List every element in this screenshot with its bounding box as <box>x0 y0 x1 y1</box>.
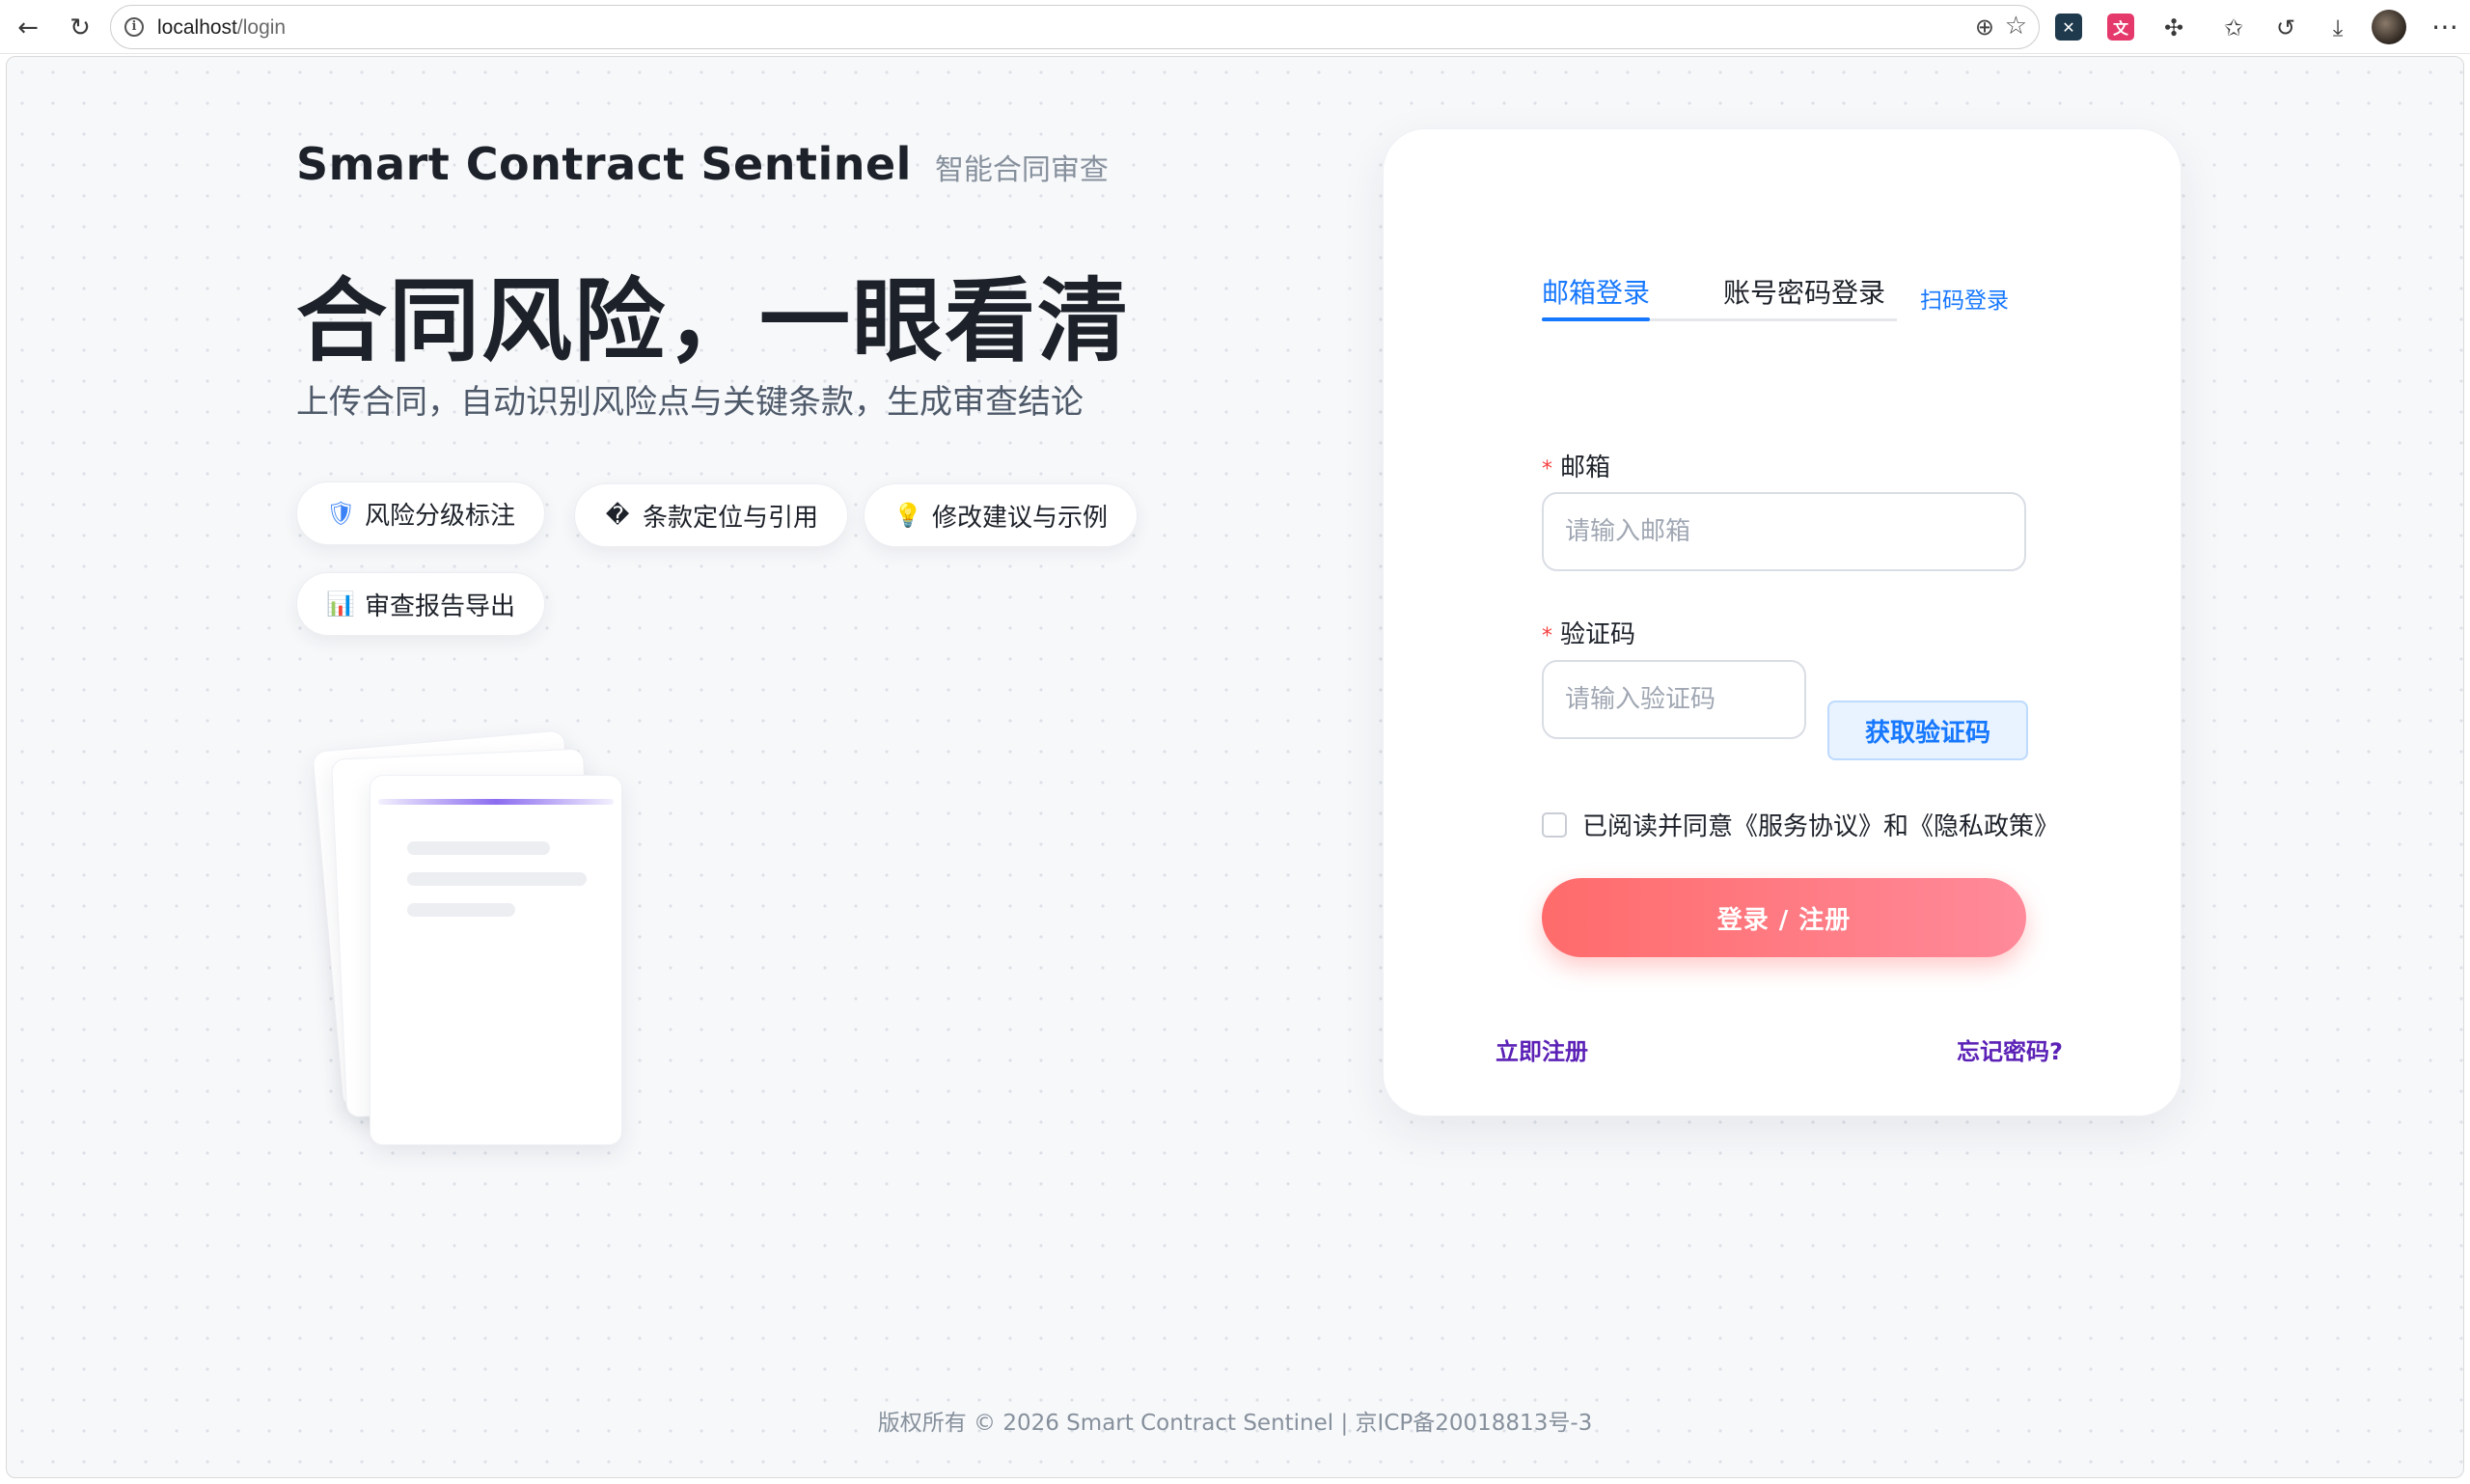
chip-label: 条款定位与引用 <box>643 503 819 533</box>
lightbulb-icon: 💡 <box>893 502 922 529</box>
register-link[interactable]: 立即注册 <box>1496 1032 1588 1066</box>
favorites-icon[interactable]: ✩ <box>2217 12 2250 44</box>
feature-chip: 🛡 风险分级标注 <box>296 481 546 545</box>
page-viewport: Smart Contract Sentinel 智能合同审查 合同风险，一眼看清… <box>6 56 2464 1478</box>
extension-x-icon[interactable]: ✕ <box>2055 14 2082 41</box>
extension-translate-icon[interactable]: 文 <box>2107 14 2134 41</box>
tab-qr-login[interactable]: 扫码登录 <box>1920 282 2009 320</box>
chip-label: 修改建议与示例 <box>932 503 1109 533</box>
tab-email-login[interactable]: 邮箱登录 <box>1542 274 1650 313</box>
feature-chip: � 条款定位与引用 <box>574 483 849 547</box>
feature-chip: 💡 修改建议与示例 <box>864 483 1139 547</box>
get-code-button[interactable]: 获取验证码 <box>1827 701 2028 760</box>
unknown-glyph-icon: � <box>605 502 630 529</box>
feature-chip: 📊 审查报告导出 <box>296 572 546 636</box>
profile-avatar[interactable] <box>2372 10 2406 44</box>
login-register-button[interactable]: 登录 / 注册 <box>1542 878 2026 957</box>
address-bar[interactable]: i localhost/login ⊕ ☆ <box>110 5 2040 49</box>
chip-label: 审查报告导出 <box>365 591 516 621</box>
chip-label: 风险分级标注 <box>365 501 516 531</box>
doc-sheet-front <box>370 775 622 1145</box>
email-field[interactable] <box>1542 492 2026 571</box>
bar-chart-icon: 📊 <box>326 591 355 618</box>
reload-icon[interactable]: ↻ <box>64 12 96 44</box>
doc-text-line <box>407 872 587 886</box>
brand: Smart Contract Sentinel 智能合同审查 <box>296 138 1109 190</box>
url-text: localhost/login <box>157 16 287 39</box>
browser-toolbar: ← ↻ i localhost/login ⊕ ☆ ✕ 文 ✣ ✩ ↺ ⤓ ⋯ <box>0 0 2470 54</box>
doc-accent-bar <box>378 799 614 805</box>
hero-headline: 合同风险，一眼看清 <box>296 269 1131 374</box>
zoom-icon[interactable]: ⊕ <box>1975 14 1994 41</box>
agreement-checkbox[interactable] <box>1542 811 1567 838</box>
extensions-puzzle-icon[interactable]: ✣ <box>2157 12 2190 44</box>
favorite-star-icon[interactable]: ☆ <box>2005 12 2027 41</box>
agreement-row: 已阅读并同意《服务协议》和《隐私政策》 <box>1542 807 2059 842</box>
back-icon[interactable]: ← <box>12 12 44 44</box>
doc-text-line <box>407 903 515 917</box>
more-menu-icon[interactable]: ⋯ <box>2431 10 2458 44</box>
forgot-password-link[interactable]: 忘记密码? <box>1957 1032 2063 1066</box>
login-tabs: 邮箱登录 账号密码登录 扫码登录 <box>1542 274 2044 322</box>
verification-code-field[interactable] <box>1542 660 1806 739</box>
code-label: * 验证码 <box>1542 620 1636 649</box>
required-mark: * <box>1542 457 1552 481</box>
tab-password-login[interactable]: 账号密码登录 <box>1723 274 1885 313</box>
document-stack-illustration <box>312 729 644 1147</box>
footer-copyright: 版权所有 © 2026 Smart Contract Sentinel | 京I… <box>877 1411 1593 1436</box>
brand-subtitle: 智能合同审查 <box>934 153 1109 187</box>
email-label: * 邮箱 <box>1542 453 1611 482</box>
doc-text-line <box>407 841 550 855</box>
required-mark: * <box>1542 624 1552 648</box>
brand-name: Smart Contract Sentinel <box>296 138 912 190</box>
agreement-text: 已阅读并同意《服务协议》和《隐私政策》 <box>1582 812 2060 841</box>
history-icon[interactable]: ↺ <box>2269 12 2302 44</box>
shield-icon: 🛡 <box>326 500 356 527</box>
site-info-icon[interactable]: i <box>124 17 144 37</box>
downloads-icon[interactable]: ⤓ <box>2321 12 2354 44</box>
active-tab-indicator <box>1542 317 1650 321</box>
hero-subline: 上传合同，自动识别风险点与关键条款，生成审查结论 <box>296 383 1084 422</box>
login-card: 邮箱登录 账号密码登录 扫码登录 *邮箱 *验证码 获取验证码 已阅读并同意《服… <box>1383 128 2182 1116</box>
